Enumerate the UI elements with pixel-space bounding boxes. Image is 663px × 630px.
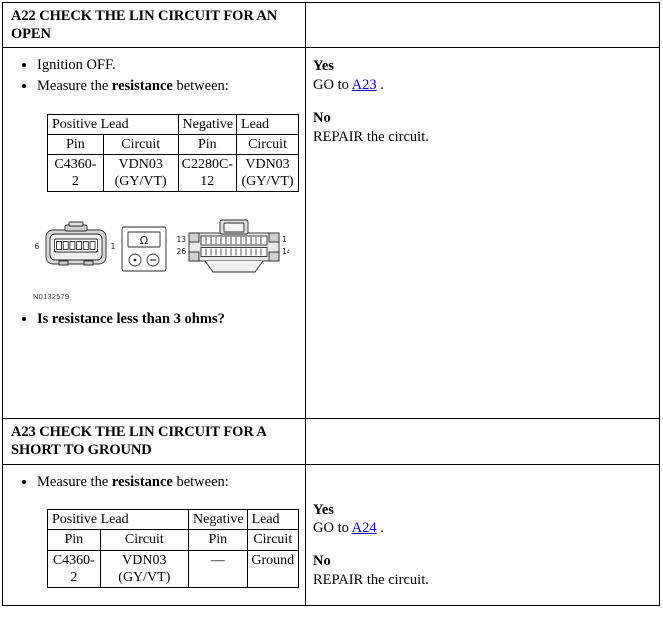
step-body-a23: Measure the resistance between: Positive… — [3, 465, 305, 594]
col-header-pin-neg-a23: Pin — [188, 529, 248, 551]
step-header-cell-a23: A23 CHECK THE LIN CIRCUIT FOR A SHORT TO… — [2, 418, 306, 465]
diagnostic-steps-table: A22 CHECK THE LIN CIRCUIT FOR AN OPEN Ig… — [2, 1, 660, 606]
answer-no-label-a22: No — [313, 109, 331, 126]
cell-pin-positive-a23: C4360-2 — [47, 549, 101, 588]
answer-yes-action-a23: GO to A24 . — [313, 519, 653, 538]
cell-circuit-positive-a23: VDN03 (GY/VT) — [99, 549, 190, 588]
group-header-positive-lead: Positive Lead — [47, 113, 179, 136]
answer-no-label-a23: No — [313, 553, 331, 570]
measure-keyword-a23: resistance — [111, 473, 173, 490]
cell-pin-positive: C4360-2 — [47, 154, 104, 193]
answers-a22: Yes GO to A23 . No REPAIR the circuit. — [306, 48, 659, 152]
ohm-symbol: Ω — [140, 234, 148, 247]
group-header-positive-lead-a23: Positive Lead — [46, 509, 190, 531]
answer-yes-prefix-a23: GO to — [313, 520, 352, 537]
bullet-measure-resistance-a23: Measure the resistance between: — [37, 473, 299, 492]
question-resistance-threshold: Is resistance less than 3 ohms? — [37, 310, 299, 329]
col-header-pin-pos: Pin — [47, 134, 104, 156]
step-title-a23: A23 CHECK THE LIN CIRCUIT FOR A SHORT TO… — [11, 424, 266, 459]
figure-id-label: N0132579 — [33, 292, 70, 302]
measure-prefix: Measure the — [37, 78, 112, 95]
answer-no-action-a23: REPAIR the circuit. — [313, 572, 429, 589]
lead-table-a23: Positive Lead Negative Lead Pin Circuit … — [46, 509, 300, 588]
bullet-ignition-off: Ignition OFF. — [37, 56, 299, 75]
step-header-cell-a22: A22 CHECK THE LIN CIRCUIT FOR AN OPEN — [2, 1, 306, 49]
lead-data-row: C4360-2 VDN03 (GY/VT) C2280C-12 VDN03 (G… — [47, 154, 299, 193]
step-body-row-a23: Measure the resistance between: Positive… — [2, 463, 660, 606]
group-header-lead-a23: Lead — [246, 509, 300, 531]
cell-pin-negative-a23: — — [188, 549, 248, 588]
left-connector-graphic — [45, 221, 107, 266]
lead-group-header-row: Positive Lead Negative Lead — [47, 113, 299, 136]
group-header-lead: Lead — [236, 113, 299, 136]
lead-table-a22: Positive Lead Negative Lead Pin Circuit … — [47, 113, 299, 193]
answer-yes-suffix-a22: . — [376, 77, 384, 94]
step-bullets-a22: Ignition OFF. Measure the resistance bet… — [9, 56, 299, 96]
step-header-row-a23: A23 CHECK THE LIN CIRCUIT FOR A SHORT TO… — [2, 418, 660, 465]
lead-column-header-row-a23: Pin Circuit Pin Circuit — [47, 529, 300, 551]
right-connector-pin-26-label: 26 — [176, 247, 186, 256]
measure-suffix: between: — [172, 78, 229, 95]
right-connector-graphic — [188, 219, 280, 273]
step-answers-cell-a22: Yes GO to A23 . No REPAIR the circuit. — [305, 47, 660, 420]
bullet-measure-resistance: Measure the resistance between: — [37, 77, 299, 96]
measure-suffix-a23: between: — [172, 473, 229, 490]
measure-keyword: resistance — [111, 78, 173, 95]
step-answers-cell-a23: Yes GO to A24 . No REPAIR the circuit. — [305, 463, 660, 606]
lead-data-row-a23: C4360-2 VDN03 (GY/VT) — Ground — [47, 549, 300, 588]
lead-group-header-row-a23: Positive Lead Negative Lead — [46, 509, 300, 531]
step-body-a22: Ignition OFF. Measure the resistance bet… — [3, 48, 305, 336]
link-a23[interactable]: A23 — [352, 77, 377, 93]
left-connector-pin-6-label: 6 — [35, 242, 40, 251]
step-question-list-a22: Is resistance less than 3 ohms? — [9, 310, 299, 329]
col-header-circuit-pos-a23: Circuit — [99, 529, 190, 551]
answer-yes-prefix-a22: GO to — [313, 77, 352, 94]
col-header-circuit-pos: Circuit — [102, 134, 179, 156]
answer-yes-label-a22: Yes — [313, 58, 334, 75]
lead-column-header-row: Pin Circuit Pin Circuit — [47, 134, 299, 156]
step-body-cell-a23: Measure the resistance between: Positive… — [2, 463, 306, 606]
cell-pin-negative: C2280C-12 — [177, 154, 238, 193]
step-header-spacer-a22 — [305, 1, 660, 49]
cell-circuit-negative: VDN03 (GY/VT) — [236, 154, 299, 193]
answer-yes-action-a22: GO to A23 . — [313, 76, 653, 95]
right-connector-pin-1-label: 1 — [282, 235, 287, 244]
col-header-circuit-neg: Circuit — [236, 134, 299, 156]
group-header-negative: Negative — [177, 113, 238, 136]
cell-circuit-positive: VDN03 (GY/VT) — [102, 154, 179, 193]
step-header-spacer-a23 — [305, 418, 660, 465]
col-header-circuit-neg-a23: Circuit — [246, 529, 300, 551]
link-a24[interactable]: A24 — [352, 520, 377, 536]
answer-no-action-a22: REPAIR the circuit. — [313, 128, 429, 145]
step-title-a22: A22 CHECK THE LIN CIRCUIT FOR AN OPEN — [11, 8, 278, 43]
right-connector-pin-14-label: 14 — [282, 247, 289, 256]
connector-diagram-svg: 6 1 13 26 1 14 Ω — [35, 219, 289, 273]
measure-prefix-a23: Measure the — [37, 473, 112, 490]
connector-measurement-figure: 6 1 13 26 1 14 Ω — [29, 218, 289, 280]
answers-gap-a22 — [313, 95, 653, 109]
answer-yes-label-a23: Yes — [313, 501, 334, 518]
step-body-row-a22: Ignition OFF. Measure the resistance bet… — [2, 47, 660, 420]
step-body-cell-a22: Ignition OFF. Measure the resistance bet… — [2, 47, 306, 420]
group-header-negative-a23: Negative — [188, 509, 248, 531]
page-root: A22 CHECK THE LIN CIRCUIT FOR AN OPEN Ig… — [0, 0, 663, 630]
step-bullets-a23: Measure the resistance between: — [9, 473, 299, 492]
left-connector-pin-1-label: 1 — [111, 242, 116, 251]
col-header-pin-pos-a23: Pin — [47, 529, 101, 551]
cell-circuit-negative-a23: Ground — [246, 549, 300, 588]
answers-a23: Yes GO to A24 . No REPAIR the circuit. — [306, 465, 659, 596]
answer-yes-suffix-a23: . — [376, 520, 384, 537]
col-header-pin-neg: Pin — [177, 134, 238, 156]
right-connector-pin-13-label: 13 — [176, 235, 186, 244]
step-header-row-a22: A22 CHECK THE LIN CIRCUIT FOR AN OPEN — [2, 1, 660, 49]
answers-gap-a23 — [313, 538, 653, 552]
